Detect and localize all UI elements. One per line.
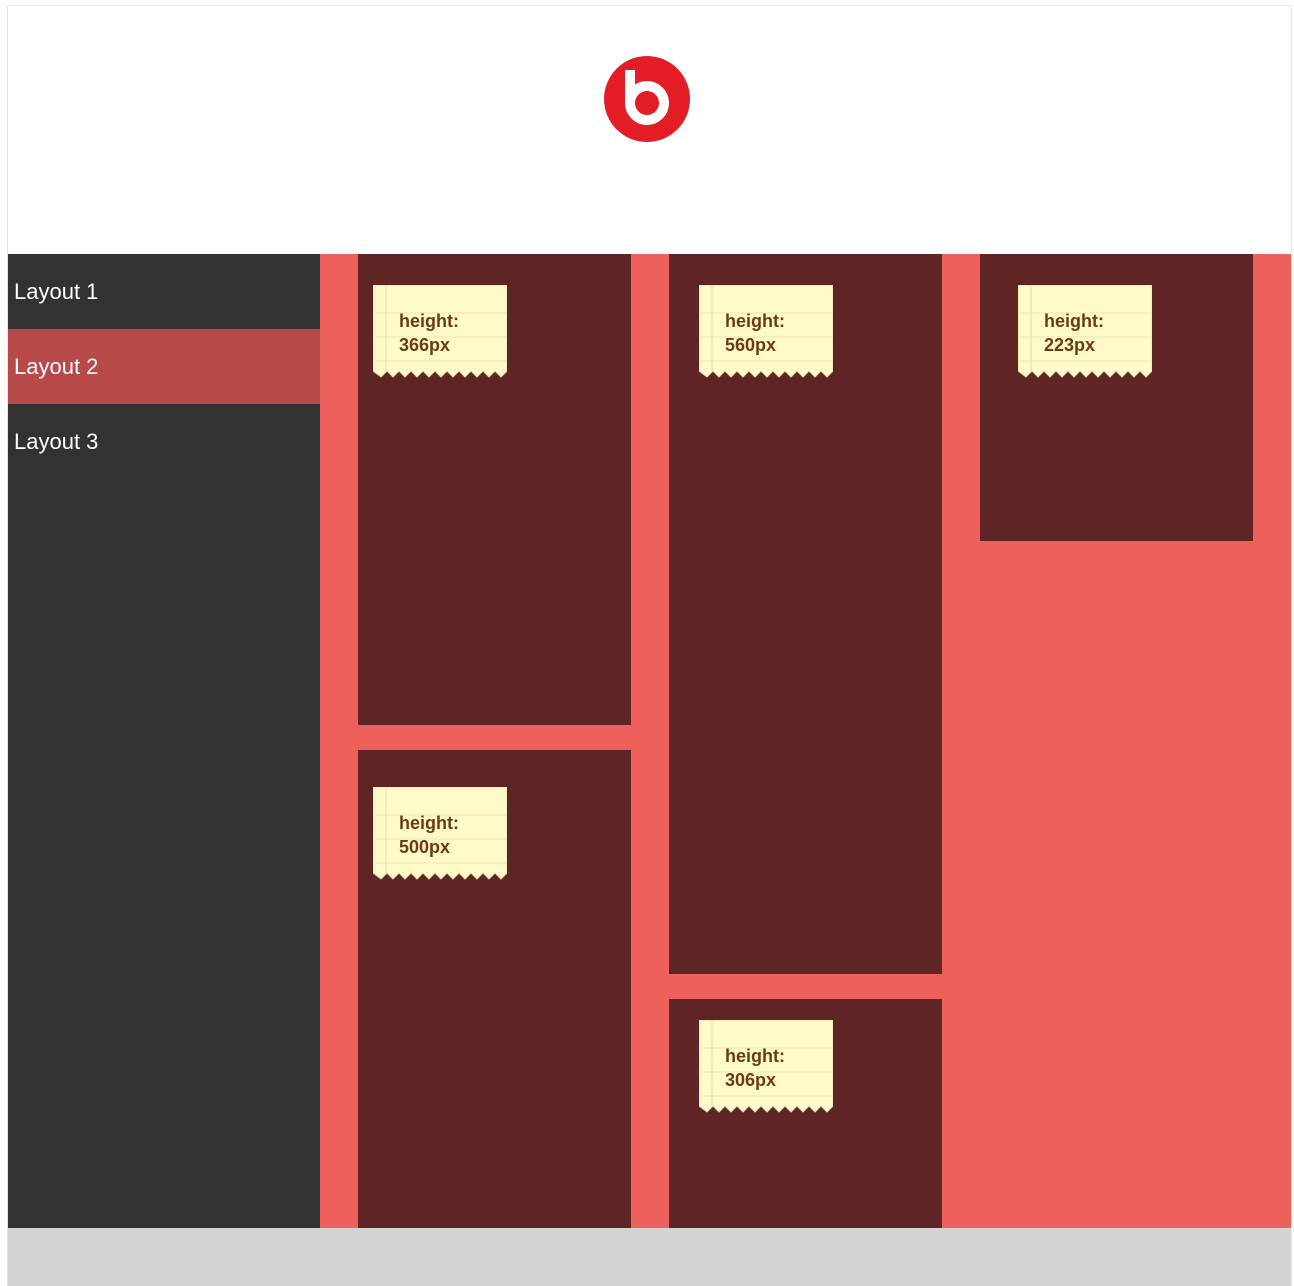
sidebar: Layout 1 Layout 2 Layout 3 (8, 254, 320, 1228)
note-label: height: (399, 813, 459, 833)
card-3: height: 560px (669, 254, 942, 974)
masonry-content: height: 366px height: 500px height: 560p… (320, 254, 1291, 1228)
sidebar-item-layout-2[interactable]: Layout 2 (8, 329, 320, 404)
note-value: 366px (399, 335, 451, 355)
sticky-note: height: 366px (373, 285, 507, 378)
note-value: 500px (399, 837, 451, 857)
card-5: height: 223px (980, 254, 1253, 541)
sticky-note: height: 500px (373, 787, 507, 880)
note-label: height: (725, 1046, 785, 1066)
app-window: Layout 1 Layout 2 Layout 3 height: 366px… (7, 5, 1292, 1286)
sidebar-item-label: Layout 2 (14, 354, 99, 379)
note-value: 223px (1044, 335, 1096, 355)
card-1: height: 366px (358, 254, 631, 725)
note-label: height: (725, 311, 785, 331)
sidebar-item-layout-1[interactable]: Layout 1 (8, 254, 320, 329)
sticky-note: height: 223px (1018, 285, 1152, 378)
note-label: height: (1044, 311, 1104, 331)
beats-logo-icon[interactable] (604, 56, 690, 142)
note-text: height: 500px (399, 811, 499, 859)
card-4: height: 306px (669, 999, 942, 1228)
note-text: height: 560px (725, 309, 825, 357)
header (8, 6, 1291, 254)
note-value: 560px (725, 335, 777, 355)
sticky-note: height: 306px (699, 1020, 833, 1113)
footer (8, 1228, 1291, 1286)
note-label: height: (399, 311, 459, 331)
note-text: height: 306px (725, 1044, 825, 1092)
sidebar-item-label: Layout 1 (14, 279, 99, 304)
note-text: height: 366px (399, 309, 499, 357)
note-text: height: 223px (1044, 309, 1144, 357)
sidebar-item-layout-3[interactable]: Layout 3 (8, 404, 320, 479)
sidebar-item-label: Layout 3 (14, 429, 99, 454)
sticky-note: height: 560px (699, 285, 833, 378)
card-2: height: 500px (358, 750, 631, 1228)
note-value: 306px (725, 1070, 777, 1090)
